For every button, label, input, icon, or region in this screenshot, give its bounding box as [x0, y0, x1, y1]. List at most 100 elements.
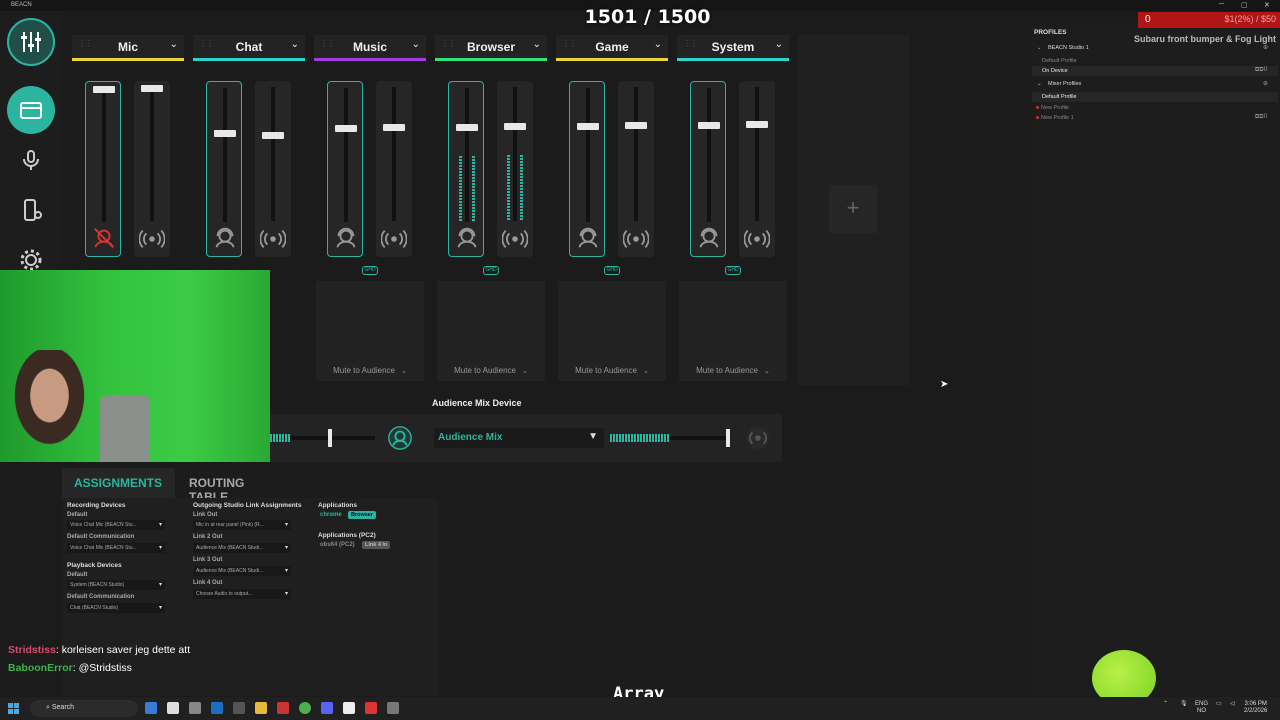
broadcast-icon[interactable]	[743, 225, 771, 253]
fader-knob[interactable]	[504, 123, 526, 130]
channel-header[interactable]: ⋮⋮ Music ⌄	[314, 35, 426, 59]
pb-default-select[interactable]: System (BEACN Studio) ▾	[67, 580, 165, 590]
audience-mix-slider[interactable]	[610, 429, 730, 447]
stream-fader[interactable]	[739, 81, 775, 257]
link3-select[interactable]: Audience Mix (BEACN Studi... ▾	[193, 566, 291, 576]
app-icon[interactable]	[343, 702, 355, 714]
maximize-button[interactable]: ▢	[1241, 1, 1248, 9]
link-badge[interactable]: GHD	[725, 266, 741, 275]
channel-header[interactable]: ⋮⋮ Game ⌄	[556, 35, 668, 59]
task-view-icon[interactable]	[189, 702, 201, 714]
file-explorer-icon[interactable]	[255, 702, 267, 714]
stream-fader[interactable]	[376, 81, 412, 257]
link-badge[interactable]: GHD	[604, 266, 620, 275]
stream-fader[interactable]	[618, 81, 654, 257]
device-row[interactable]: ⌄ BEACN Studio 1 ⊕	[1032, 43, 1278, 53]
fader-knob[interactable]	[456, 124, 478, 131]
profile-actions-icon[interactable]: ⧉⧉▯	[1255, 114, 1268, 121]
mute-to-audience-select[interactable]: Mute to Audience ⌄	[679, 366, 787, 380]
fader-knob[interactable]	[746, 121, 768, 128]
local-fader[interactable]	[85, 81, 121, 257]
chevron-down-icon[interactable]: ⌄	[654, 39, 662, 50]
link2-select[interactable]: Audience Mix (BEACN Studi... ▾	[193, 543, 291, 553]
local-fader[interactable]	[569, 81, 605, 257]
slider-thumb[interactable]	[726, 429, 730, 447]
close-button[interactable]: ✕	[1264, 1, 1270, 9]
broadcast-icon[interactable]	[745, 425, 771, 451]
opera-icon[interactable]	[277, 702, 289, 714]
channel-header[interactable]: ⋮⋮ Browser ⌄	[435, 35, 547, 59]
local-fader[interactable]	[448, 81, 484, 257]
discord-icon[interactable]	[321, 702, 333, 714]
minimize-button[interactable]: ─	[1219, 1, 1224, 8]
mute-to-audience-select[interactable]: Mute to Audience ⌄	[437, 366, 545, 380]
fader-knob[interactable]	[262, 132, 284, 139]
link1-select[interactable]: Mic in at rear panel (Pink) (R... ▾	[193, 520, 291, 530]
fader-knob[interactable]	[335, 125, 357, 132]
monitor-muted-icon[interactable]	[90, 224, 118, 252]
chevron-up-icon[interactable]: ⌃	[1163, 701, 1168, 708]
link-badge[interactable]: GHD	[483, 266, 499, 275]
app-icon[interactable]	[233, 702, 245, 714]
chevron-down-icon[interactable]: ⌄	[291, 39, 299, 50]
headset-icon[interactable]	[387, 425, 413, 451]
tab-assignments[interactable]: ASSIGNMENTS	[62, 468, 175, 498]
mixer-profiles-row[interactable]: ⌄ Mixer Profiles ⊕	[1032, 79, 1278, 89]
broadcast-icon[interactable]	[380, 225, 408, 253]
broadcast-icon[interactable]	[501, 225, 529, 253]
headset-icon[interactable]	[332, 224, 360, 252]
mixer-nav-button[interactable]	[7, 18, 55, 66]
chevron-down-icon[interactable]: ⌄	[775, 39, 783, 50]
settings-icon[interactable]	[387, 702, 399, 714]
headset-icon[interactable]	[211, 224, 239, 252]
add-channel-button[interactable]: +	[829, 185, 877, 233]
headset-icon[interactable]	[453, 224, 481, 252]
audience-mix-select[interactable]: Audience Mix ▼	[434, 428, 604, 448]
fader-knob[interactable]	[698, 122, 720, 129]
broadcast-icon[interactable]	[622, 225, 650, 253]
store-icon[interactable]	[167, 702, 179, 714]
local-fader[interactable]	[206, 81, 242, 257]
fader-knob[interactable]	[93, 86, 115, 93]
taskbar-search[interactable]: ⌕ Search	[30, 700, 138, 717]
local-fader[interactable]	[327, 81, 363, 257]
profile-row-selected[interactable]: On Device ⧉⧉▯	[1032, 66, 1278, 76]
profile-row[interactable]: Default Profile	[1032, 56, 1278, 66]
fader-knob[interactable]	[214, 130, 236, 137]
chevron-down-icon[interactable]: ⌄	[533, 39, 541, 50]
local-fader[interactable]	[690, 81, 726, 257]
headset-icon[interactable]	[695, 224, 723, 252]
pb-comm-select[interactable]: Chat (BEACN Studio) ▾	[67, 603, 165, 613]
profile-actions-icon[interactable]: ⧉⧉▯	[1255, 67, 1268, 74]
channel-header[interactable]: ⋮⋮ Chat ⌄	[193, 35, 305, 59]
fader-knob[interactable]	[141, 85, 163, 92]
start-icon[interactable]	[8, 702, 20, 714]
rec-default-select[interactable]: Voice Chat Mic (BEACN Stu... ▾	[67, 520, 165, 530]
lighting-nav-button[interactable]	[7, 186, 55, 234]
fader-knob[interactable]	[577, 123, 599, 130]
app-obs64-tag[interactable]: Link 4 In	[362, 541, 391, 549]
profile-row[interactable]: New Profile 1 ⧉⧉▯	[1032, 113, 1278, 123]
rec-comm-select[interactable]: Voice Chat Mic (BEACN Stu... ▾	[67, 543, 165, 553]
app-chrome[interactable]: chrome	[320, 512, 342, 518]
stream-fader[interactable]	[497, 81, 533, 257]
link-badge[interactable]: GHD	[362, 266, 378, 275]
chevron-down-icon[interactable]: ⌄	[412, 39, 420, 50]
language-indicator[interactable]: ENG NO	[1195, 701, 1208, 715]
add-icon[interactable]: ⊕	[1263, 44, 1268, 51]
fader-knob[interactable]	[625, 122, 647, 129]
profile-row-selected[interactable]: Default Profile	[1032, 92, 1278, 102]
profile-row[interactable]: New Profile	[1032, 103, 1278, 113]
chrome-icon[interactable]	[299, 702, 311, 714]
stream-fader[interactable]	[255, 81, 291, 257]
app-chrome-tag[interactable]: Browser	[348, 511, 377, 519]
link4-select[interactable]: Choose Audio to output... ▾	[193, 589, 291, 599]
copilot-icon[interactable]	[145, 702, 157, 714]
volume-icon[interactable]: ◁	[1230, 701, 1235, 708]
microphone-tray-icon[interactable]: 🎙	[1180, 701, 1188, 708]
chevron-down-icon[interactable]: ⌄	[170, 39, 178, 50]
headset-icon[interactable]	[574, 224, 602, 252]
clock[interactable]: 3:06 PM 2/2/2026	[1244, 701, 1267, 715]
channel-header[interactable]: ⋮⋮ Mic ⌄	[72, 35, 184, 59]
mute-to-audience-select[interactable]: Mute to Audience ⌄	[558, 366, 666, 380]
